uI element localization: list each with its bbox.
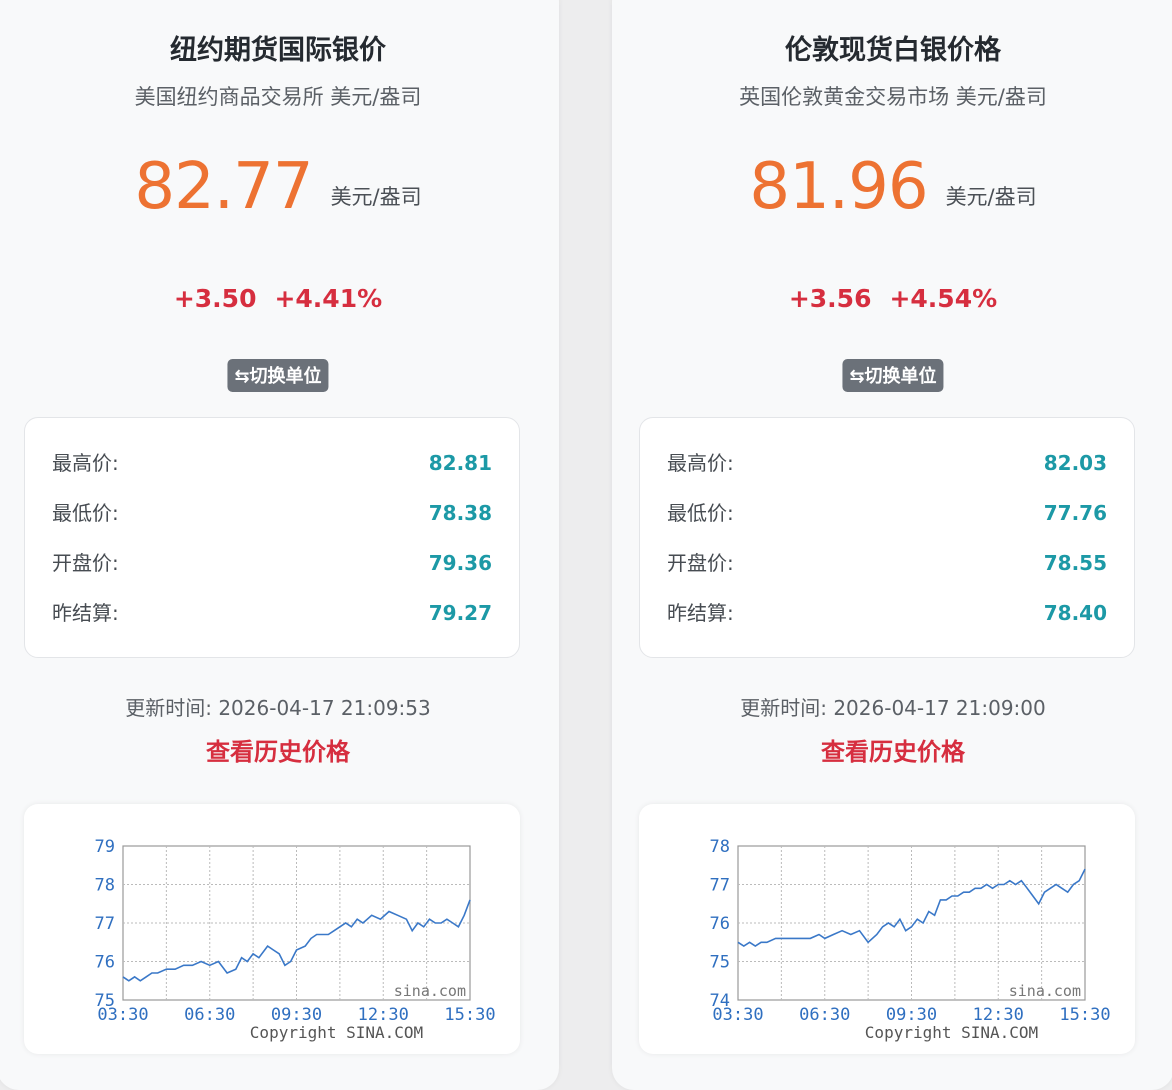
current-price: 82.77: [134, 150, 313, 224]
x-tick-label: 06:30: [184, 1005, 235, 1025]
stat-value: 77.76: [1043, 501, 1107, 525]
card-title: 纽约期货国际银价: [170, 35, 386, 66]
stat-value: 82.81: [428, 451, 492, 475]
x-tick-label: 03:30: [712, 1005, 763, 1025]
y-tick-label: 76: [95, 953, 115, 973]
y-tick-label: 77: [95, 914, 115, 934]
stat-value: 78.55: [1043, 551, 1107, 575]
view-history-link[interactable]: 查看历史价格: [0, 732, 559, 767]
view-history-link[interactable]: 查看历史价格: [612, 732, 1172, 767]
x-tick-label: 15:30: [444, 1005, 495, 1025]
stat-label: 昨结算:: [52, 601, 119, 625]
stat-value: 79.36: [428, 551, 492, 575]
y-tick-label: 79: [95, 837, 115, 857]
x-tick-label: 15:30: [1059, 1005, 1110, 1025]
y-tick-label: 78: [710, 837, 730, 857]
chart-copyright: Copyright SINA.COM: [865, 1023, 1038, 1042]
x-tick-label: 09:30: [271, 1005, 322, 1025]
stat-row-high: 最高价: 82.81: [52, 448, 492, 478]
card-subtitle: 英国伦敦黄金交易市场 美元/盎司: [739, 85, 1047, 109]
london-silver-card: 伦敦现货白银价格 英国伦敦黄金交易市场 美元/盎司 81.96 美元/盎司 +3.…: [612, 0, 1172, 1090]
stat-label: 最高价:: [667, 451, 734, 475]
stat-label: 开盘价:: [52, 551, 119, 575]
stat-value: 79.27: [428, 601, 492, 625]
x-tick-label: 06:30: [799, 1005, 850, 1025]
ny-silver-card: 纽约期货国际银价 美国纽约商品交易所 美元/盎司 82.77 美元/盎司 +3.5…: [0, 0, 559, 1090]
stat-label: 最低价:: [52, 501, 119, 525]
intraday-chart-svg: 797877767503:30 06:30 09:30 12:30 15:30sina.…: [95, 837, 496, 1042]
update-time: 更新时间: 2026-04-17 21:09:00: [740, 696, 1046, 720]
y-tick-label: 78: [95, 876, 115, 896]
price-change-percent: +4.54%: [889, 284, 998, 313]
stat-value: 78.40: [1043, 601, 1107, 625]
stat-row-low: 最低价: 77.76: [667, 498, 1107, 528]
price-change-percent: +4.41%: [274, 284, 383, 313]
stat-row-prev-settle: 昨结算: 78.40: [667, 598, 1107, 628]
switch-unit-button[interactable]: ⇆切换单位: [227, 359, 329, 392]
stat-label: 开盘价:: [667, 551, 734, 575]
price-row: 82.77 美元/盎司: [0, 150, 559, 224]
stat-row-open: 开盘价: 78.55: [667, 548, 1107, 578]
change-row: +3.56 +4.54%: [612, 284, 1172, 313]
x-tick-label: 12:30: [358, 1005, 409, 1025]
update-time: 更新时间: 2026-04-17 21:09:53: [125, 696, 431, 720]
chart-copyright: Copyright SINA.COM: [250, 1023, 423, 1042]
price-unit: 美元/盎司: [945, 185, 1037, 209]
current-price: 81.96: [749, 150, 928, 224]
price-change: +3.50: [173, 284, 257, 313]
stat-row-prev-settle: 昨结算: 79.27: [52, 598, 492, 628]
chart-watermark: sina.com: [1009, 982, 1081, 1000]
stat-value: 78.38: [428, 501, 492, 525]
stats-panel: 最高价: 82.81 最低价: 78.38 开盘价: 79.36 昨结算: 79…: [24, 417, 520, 658]
change-row: +3.50 +4.41%: [0, 284, 559, 313]
switch-unit-button[interactable]: ⇆切换单位: [842, 359, 944, 392]
price-unit: 美元/盎司: [330, 185, 422, 209]
stat-row-open: 开盘价: 79.36: [52, 548, 492, 578]
stats-panel: 最高价: 82.03 最低价: 77.76 开盘价: 78.55 昨结算: 78…: [639, 417, 1135, 658]
price-change: +3.56: [788, 284, 872, 313]
stat-label: 昨结算:: [667, 601, 734, 625]
x-tick-label: 12:30: [973, 1005, 1024, 1025]
stat-label: 最高价:: [52, 451, 119, 475]
x-tick-label: 09:30: [886, 1005, 937, 1025]
intraday-chart: 79 78 77 76 75 03:30 06:30 09:30 12:30 15:30 sina.…: [24, 804, 520, 1054]
x-tick-label: 03:30: [97, 1005, 148, 1025]
y-tick-label: 77: [710, 876, 730, 896]
stat-label: 最低价:: [667, 501, 734, 525]
chart-watermark: sina.com: [394, 982, 466, 1000]
intraday-chart: 78 77 76 75 74 03:30 06:30 09:30 12:30 15:30 sina.…: [639, 804, 1135, 1054]
stat-row-low: 最低价: 78.38: [52, 498, 492, 528]
stat-value: 82.03: [1043, 451, 1107, 475]
y-tick-label: 75: [710, 953, 730, 973]
stat-row-high: 最高价: 82.03: [667, 448, 1107, 478]
y-tick-label: 76: [710, 914, 730, 934]
card-subtitle: 美国纽约商品交易所 美元/盎司: [134, 85, 422, 109]
card-title: 伦敦现货白银价格: [785, 35, 1001, 66]
price-row: 81.96 美元/盎司: [612, 150, 1172, 224]
intraday-chart-svg: 787776757403:30 06:30 09:30 12:30 15:30sina.…: [710, 837, 1111, 1042]
